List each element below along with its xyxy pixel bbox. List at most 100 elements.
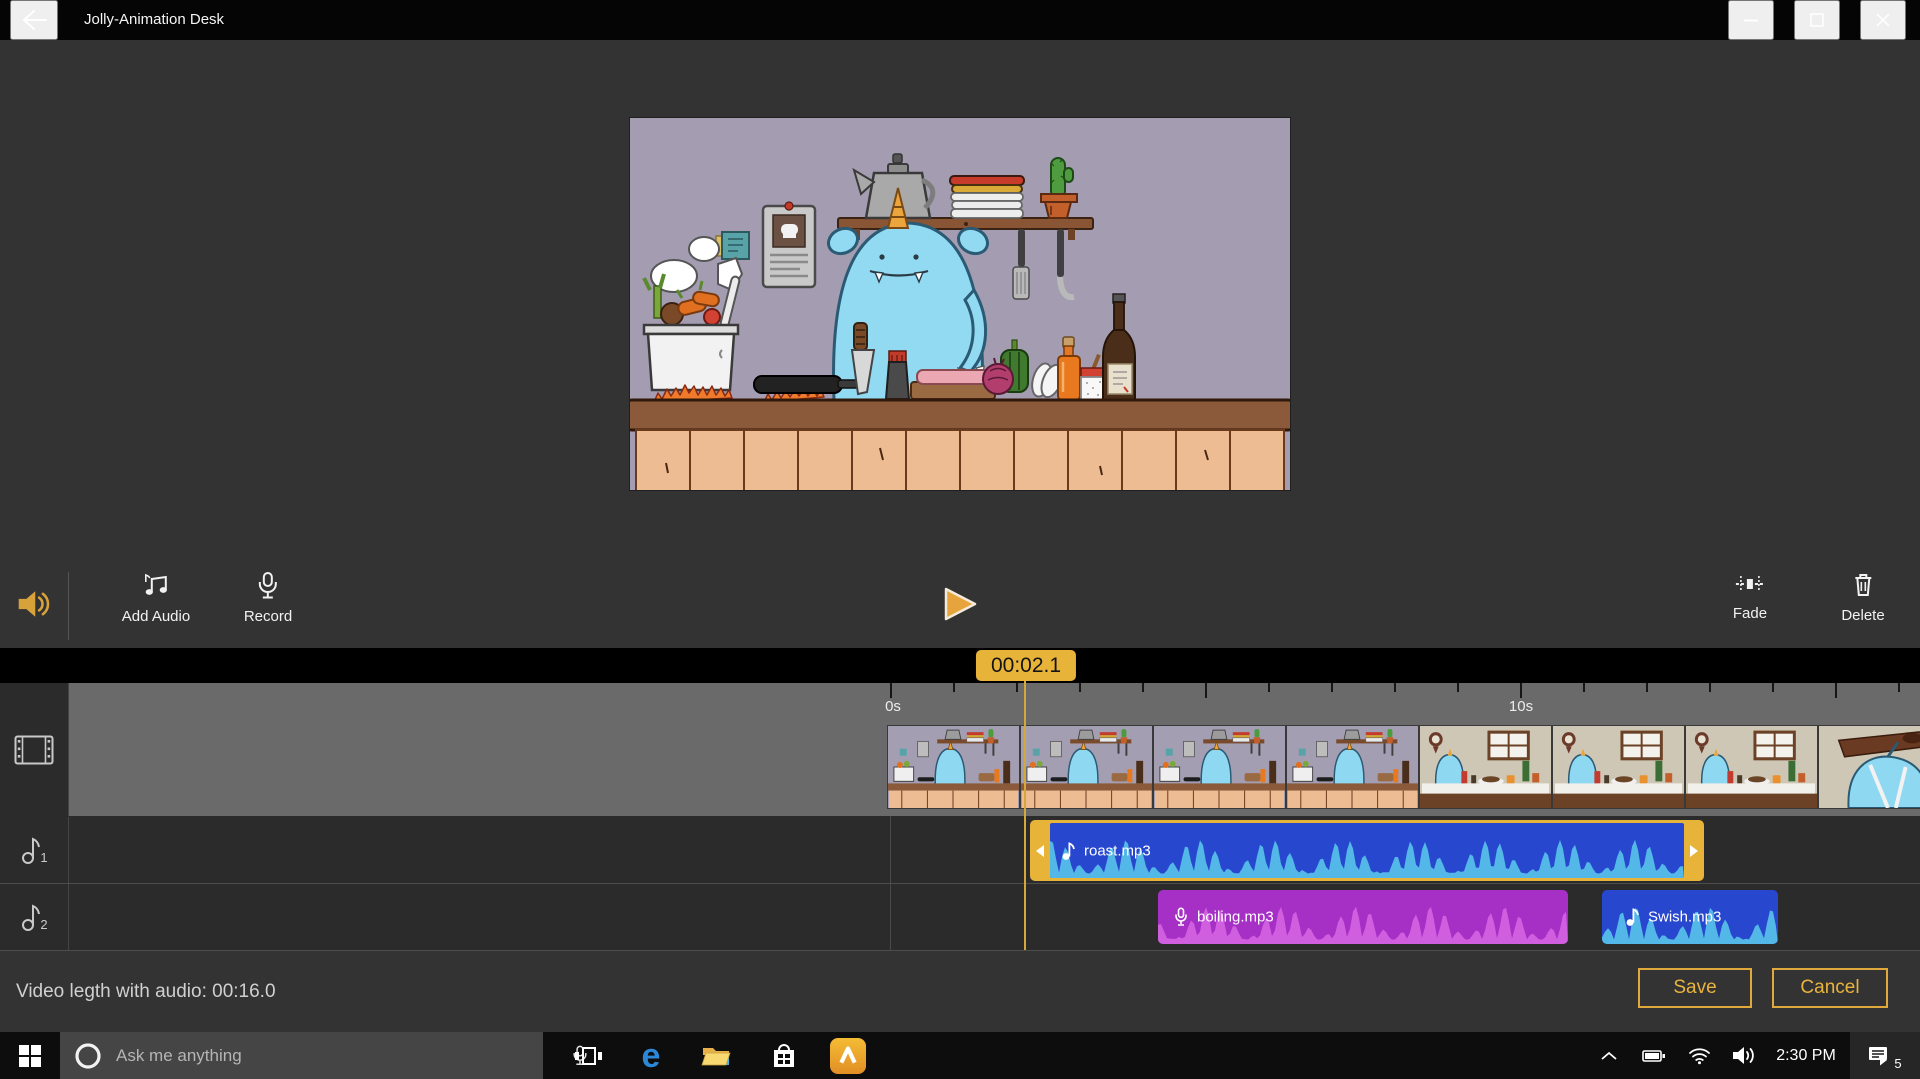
audio-clip-roast[interactable]: roast.mp3	[1030, 820, 1704, 881]
add-audio-label: Add Audio	[122, 608, 190, 625]
close-button[interactable]	[1860, 0, 1906, 40]
ruler-tick	[1772, 683, 1774, 692]
add-audio-button[interactable]: Add Audio	[122, 572, 190, 625]
video-thumbnail-dining	[1420, 726, 1551, 808]
action-center-button[interactable]: 5	[1850, 1032, 1920, 1079]
tray-battery-button[interactable]	[1638, 1032, 1670, 1079]
app-window: Jolly-Animation Desk	[0, 0, 1920, 1079]
audio-track-2-header: 2	[0, 884, 69, 950]
video-thumbnail-kitchen	[1021, 726, 1152, 808]
task-view-button[interactable]	[573, 1032, 603, 1079]
play-button[interactable]	[942, 586, 978, 625]
trim-handle-left[interactable]	[1030, 820, 1050, 881]
store-button[interactable]	[768, 1032, 800, 1079]
video-thumbnail-closeup	[1819, 726, 1920, 808]
close-icon	[1876, 13, 1890, 27]
ruler-tick	[1268, 683, 1270, 692]
audio-track-1-header: 1	[0, 817, 69, 883]
ruler-tick	[1394, 683, 1396, 692]
video-thumbnail-kitchen	[1287, 726, 1418, 808]
record-mic-icon	[257, 572, 279, 599]
back-arrow-icon	[19, 6, 49, 34]
ruler-tick	[1646, 683, 1648, 692]
toolbar-divider	[68, 572, 69, 640]
ruler-tick	[1331, 683, 1333, 692]
minimize-icon	[1744, 19, 1758, 22]
battery-icon	[1642, 1050, 1666, 1062]
file-explorer-button[interactable]	[700, 1032, 732, 1079]
back-button[interactable]	[10, 0, 58, 40]
notification-count: 5	[1894, 1056, 1901, 1071]
edge-browser-button[interactable]: e	[634, 1032, 668, 1079]
wifi-icon	[1688, 1047, 1711, 1065]
mic-icon	[1174, 908, 1188, 927]
file-explorer-icon	[701, 1044, 731, 1068]
add-audio-notes-icon	[143, 572, 170, 599]
audio-clip-boiling[interactable]: boiling.mp3	[1158, 890, 1568, 944]
ruler-tick	[1142, 683, 1144, 692]
ruler-tick	[1520, 683, 1522, 698]
playhead-line[interactable]	[1024, 681, 1026, 950]
ruler-tick	[890, 683, 892, 698]
film-strip-icon	[14, 735, 54, 765]
ruler-tick	[1898, 683, 1900, 692]
ruler-label-10s: 10s	[1509, 698, 1533, 715]
ruler-tick	[1016, 683, 1018, 692]
maximize-icon	[1810, 13, 1824, 27]
ruler-tick	[953, 683, 955, 692]
delete-trash-icon	[1852, 572, 1874, 598]
footer-bar: Video legth with audio: 00:16.0 Save Can…	[0, 951, 1920, 1032]
windows-taskbar: e	[0, 1032, 1920, 1079]
cancel-button[interactable]: Cancel	[1772, 968, 1888, 1008]
minimize-button[interactable]	[1728, 0, 1774, 40]
audio-clip-swish[interactable]: Swish.mp3	[1602, 890, 1778, 944]
music-note-icon	[1062, 841, 1075, 860]
ruler-tick	[1205, 683, 1207, 698]
trim-right-icon	[1690, 845, 1698, 857]
save-button[interactable]: Save	[1638, 968, 1752, 1008]
trim-left-icon	[1036, 845, 1044, 857]
animation-app-button[interactable]	[830, 1032, 866, 1079]
action-center-icon	[1868, 1045, 1892, 1067]
fade-icon	[1735, 572, 1765, 596]
ruler-label-0s: 0s	[885, 698, 901, 715]
cortana-search-box[interactable]	[60, 1032, 543, 1079]
time-strip	[0, 648, 1920, 683]
mute-toggle-button[interactable]	[14, 590, 54, 621]
playhead-time-badge[interactable]: 00:02.1	[976, 650, 1076, 681]
video-preview	[630, 118, 1290, 490]
tray-wifi-button[interactable]	[1684, 1032, 1714, 1079]
title-bar: Jolly-Animation Desk	[0, 0, 1920, 40]
record-button[interactable]: Record	[244, 572, 292, 625]
fade-label: Fade	[1733, 605, 1767, 622]
volume-icon	[14, 590, 54, 618]
video-thumbnail-kitchen	[1154, 726, 1285, 808]
delete-label: Delete	[1841, 607, 1884, 624]
video-thumbnail-kitchen	[888, 726, 1019, 808]
video-length-info: Video legth with audio: 00:16.0	[16, 951, 276, 1032]
maximize-button[interactable]	[1794, 0, 1840, 40]
kitchen-scene	[630, 118, 1290, 490]
delete-button[interactable]: Delete	[1841, 572, 1884, 624]
clip-name-boiling: boiling.mp3	[1197, 909, 1274, 926]
animation-app-icon	[830, 1038, 866, 1074]
video-thumbnail-dining	[1553, 726, 1684, 808]
start-button[interactable]	[0, 1032, 60, 1079]
clip-name-roast: roast.mp3	[1084, 842, 1151, 859]
chevron-up-icon	[1600, 1051, 1618, 1061]
store-icon	[771, 1042, 797, 1069]
play-icon	[942, 586, 978, 622]
tray-chevron-button[interactable]	[1596, 1032, 1622, 1079]
ruler-tick	[1457, 683, 1459, 692]
audio-track-2-number: 2	[40, 917, 47, 932]
taskbar-clock[interactable]: 2:30 PM	[1764, 1032, 1848, 1079]
search-input[interactable]	[114, 1045, 478, 1067]
task-view-icon	[574, 1046, 602, 1066]
audio-track-1-number: 1	[40, 850, 47, 865]
ruler-tick	[1709, 683, 1711, 692]
cortana-icon	[74, 1042, 102, 1070]
fade-button[interactable]: Fade	[1733, 572, 1767, 622]
trim-handle-right[interactable]	[1684, 820, 1704, 881]
preview-stage: Add Audio Record Fade	[0, 40, 1920, 648]
tray-volume-button[interactable]	[1728, 1032, 1762, 1079]
